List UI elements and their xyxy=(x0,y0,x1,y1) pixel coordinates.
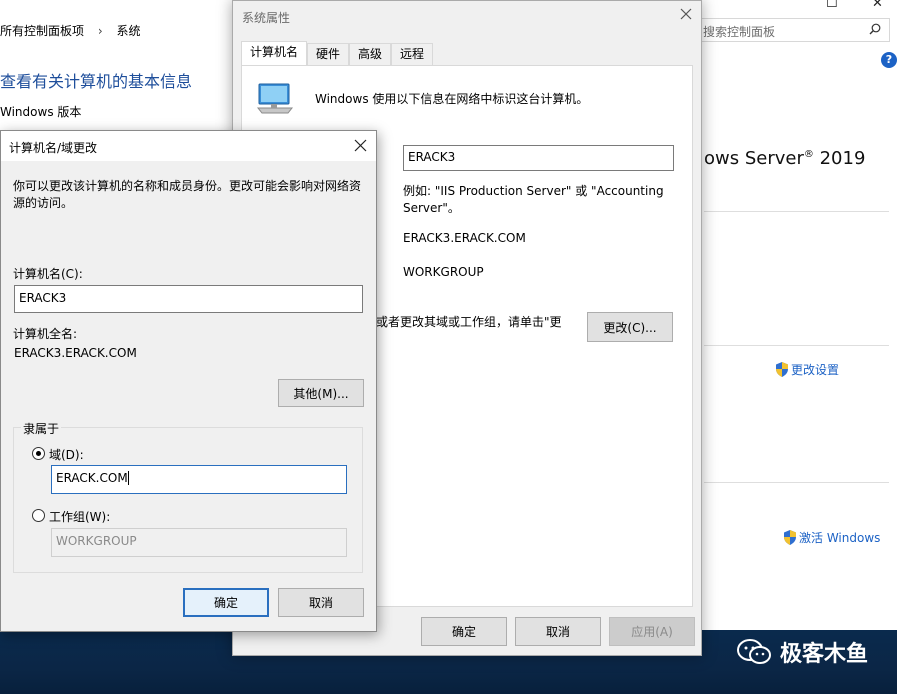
workgroup-input: WORKGROUP xyxy=(51,528,347,557)
close-icon[interactable] xyxy=(354,139,367,152)
full-name-label: 计算机全名: xyxy=(13,327,78,341)
close-icon[interactable] xyxy=(679,7,693,21)
os-reg-mark: ® xyxy=(803,149,814,160)
dialog-titlebar: 计算机名/域更改 xyxy=(1,131,376,161)
activate-windows-link[interactable]: 激活 Windows xyxy=(783,529,880,546)
watermark-text: 极客木鱼 xyxy=(780,642,869,667)
domain-value: ERACK.COM xyxy=(56,471,128,485)
change-settings-link[interactable]: 更改设置 xyxy=(775,361,839,378)
computer-icon xyxy=(256,83,294,114)
ok-button[interactable]: 确定 xyxy=(421,617,507,646)
more-button[interactable]: 其他(M)... xyxy=(278,379,364,407)
member-of-group: 隶属于 域(D): ERACK.COM 工作组(W): WORKGROUP xyxy=(13,420,363,573)
computer-name-input[interactable]: ERACK3 xyxy=(14,285,363,313)
uac-shield-icon xyxy=(784,530,796,545)
activate-windows-label: 激活 Windows xyxy=(799,531,881,545)
change-button[interactable]: 更改(C)... xyxy=(587,312,673,342)
os-name-fragment: ows Server xyxy=(704,148,804,169)
text-caret xyxy=(127,471,129,485)
maximize-icon[interactable]: ☐ xyxy=(826,0,838,11)
wechat-icon xyxy=(737,639,771,664)
dialog-title: 计算机名/域更改 xyxy=(9,141,98,155)
workgroup-value: WORKGROUP xyxy=(403,265,484,279)
close-icon[interactable]: ✕ xyxy=(872,0,883,11)
workgroup-radio-label[interactable]: 工作组(W): xyxy=(49,508,110,525)
full-computer-name: ERACK3.ERACK.COM xyxy=(403,231,526,245)
os-name: ows Server® 2019 xyxy=(704,148,865,169)
full-name-value: ERACK3.ERACK.COM xyxy=(14,346,137,360)
domain-input[interactable]: ERACK.COM xyxy=(51,465,347,494)
search-icon[interactable] xyxy=(869,23,881,35)
tab-bar: 计算机名 硬件 高级 远程 xyxy=(241,41,434,66)
search-input[interactable]: 搜索控制面板 xyxy=(703,23,775,40)
rename-hint: 或者更改其域或工作组，请单击"更 xyxy=(376,315,562,329)
page-title: 查看有关计算机的基本信息 xyxy=(0,72,193,91)
cancel-button[interactable]: 取消 xyxy=(278,588,364,617)
help-icon[interactable]: ? xyxy=(881,52,897,68)
member-of-label: 隶属于 xyxy=(21,420,62,437)
tab-hardware[interactable]: 硬件 xyxy=(307,43,350,65)
example-text: 例如: "IIS Production Server" 或 "Accountin… xyxy=(403,184,664,215)
os-year: 2019 xyxy=(819,148,866,169)
cancel-button[interactable]: 取消 xyxy=(515,617,601,646)
divider xyxy=(704,345,889,346)
computer-description-input[interactable]: ERACK3 xyxy=(403,145,674,171)
windows-version-label: Windows 版本 xyxy=(0,105,82,119)
tab-computer-name[interactable]: 计算机名 xyxy=(241,41,308,66)
uac-shield-icon xyxy=(776,362,788,377)
domain-radio-label[interactable]: 域(D): xyxy=(49,446,84,463)
ok-button[interactable]: 确定 xyxy=(183,588,269,617)
change-settings-label: 更改设置 xyxy=(791,363,840,377)
window-title: 系统属性 xyxy=(242,11,291,25)
workgroup-radio[interactable] xyxy=(32,509,45,522)
intro-text: 你可以更改该计算机的名称和成员身份。更改可能会影响对网络资源的访问。 xyxy=(13,179,362,210)
divider xyxy=(704,211,889,212)
divider xyxy=(704,482,889,483)
tab-advanced[interactable]: 高级 xyxy=(349,43,392,65)
search-box[interactable]: 搜索控制面板 xyxy=(700,18,890,42)
tab-remote[interactable]: 远程 xyxy=(391,43,434,65)
computer-name-dialog: 计算机名/域更改 你可以更改该计算机的名称和成员身份。更改可能会影响对网络资源的… xyxy=(0,130,377,632)
computer-name-label: 计算机名(C): xyxy=(13,267,83,281)
breadcrumb-item-all-items[interactable]: 所有控制面板项 xyxy=(0,24,84,38)
breadcrumb-item-system[interactable]: 系统 xyxy=(116,24,140,38)
apply-button[interactable]: 应用(A) xyxy=(609,617,695,646)
domain-radio[interactable] xyxy=(32,447,45,460)
watermark: 极客木鱼 xyxy=(736,636,868,668)
description-text: Windows 使用以下信息在网络中标识这台计算机。 xyxy=(315,92,589,106)
breadcrumb: 所有控制面板项 › 系统 xyxy=(0,22,141,39)
breadcrumb-separator: › xyxy=(97,24,103,38)
